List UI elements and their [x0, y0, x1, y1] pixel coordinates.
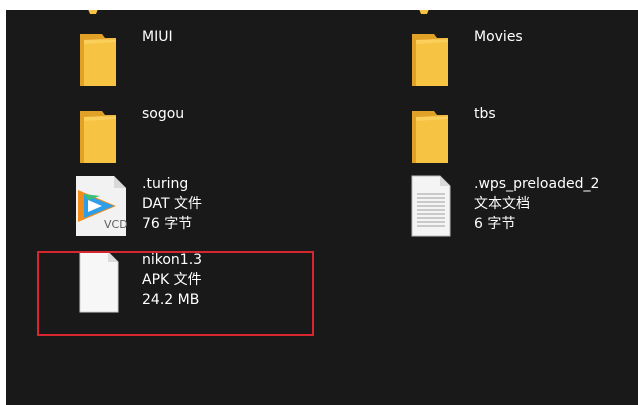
file-item-movies[interactable]: Movies [406, 28, 638, 92]
file-name-block: tbs [474, 105, 638, 123]
file-name-block: .turing DAT 文件 76 字节 [142, 174, 322, 234]
highlight-box [37, 251, 314, 336]
tencent-video-icon: VCD [74, 174, 130, 238]
file-name: .turing [142, 176, 189, 192]
file-type: 文本文档 [474, 196, 530, 212]
file-name: tbs [474, 106, 496, 122]
folder-icon [74, 28, 130, 92]
file-name: MIUI [142, 29, 173, 45]
file-size: 6 字节 [474, 216, 516, 232]
file-explorer-view: MIUI Movies sogou tbs VCD .turing DAT 文件… [6, 10, 638, 405]
file-name: .wps_preloaded_2 [474, 176, 600, 192]
file-name-block: sogou [142, 105, 322, 123]
folder-icon [406, 105, 462, 169]
file-item-turing[interactable]: VCD .turing DAT 文件 76 字节 [74, 174, 324, 238]
file-size: 76 字节 [142, 216, 193, 232]
folder-peek-icon [419, 10, 429, 14]
file-item-tbs[interactable]: tbs [406, 105, 638, 169]
file-name: Movies [474, 29, 523, 45]
folder-icon [406, 28, 462, 92]
file-item-miui[interactable]: MIUI [74, 28, 324, 92]
folder-peek-icon [88, 10, 98, 14]
file-name: sogou [142, 106, 185, 122]
file-type: DAT 文件 [142, 196, 203, 212]
file-name-block: MIUI [142, 28, 322, 46]
file-item-sogou[interactable]: sogou [74, 105, 324, 169]
file-name-block: Movies [474, 28, 638, 46]
text-document-icon [406, 174, 462, 238]
file-item-wps-preloaded-2[interactable]: .wps_preloaded_2 文本文档 6 字节 [406, 174, 638, 238]
folder-icon [74, 105, 130, 169]
icon-overlay-text: VCD [104, 218, 128, 231]
file-name-block: .wps_preloaded_2 文本文档 6 字节 [474, 174, 638, 234]
